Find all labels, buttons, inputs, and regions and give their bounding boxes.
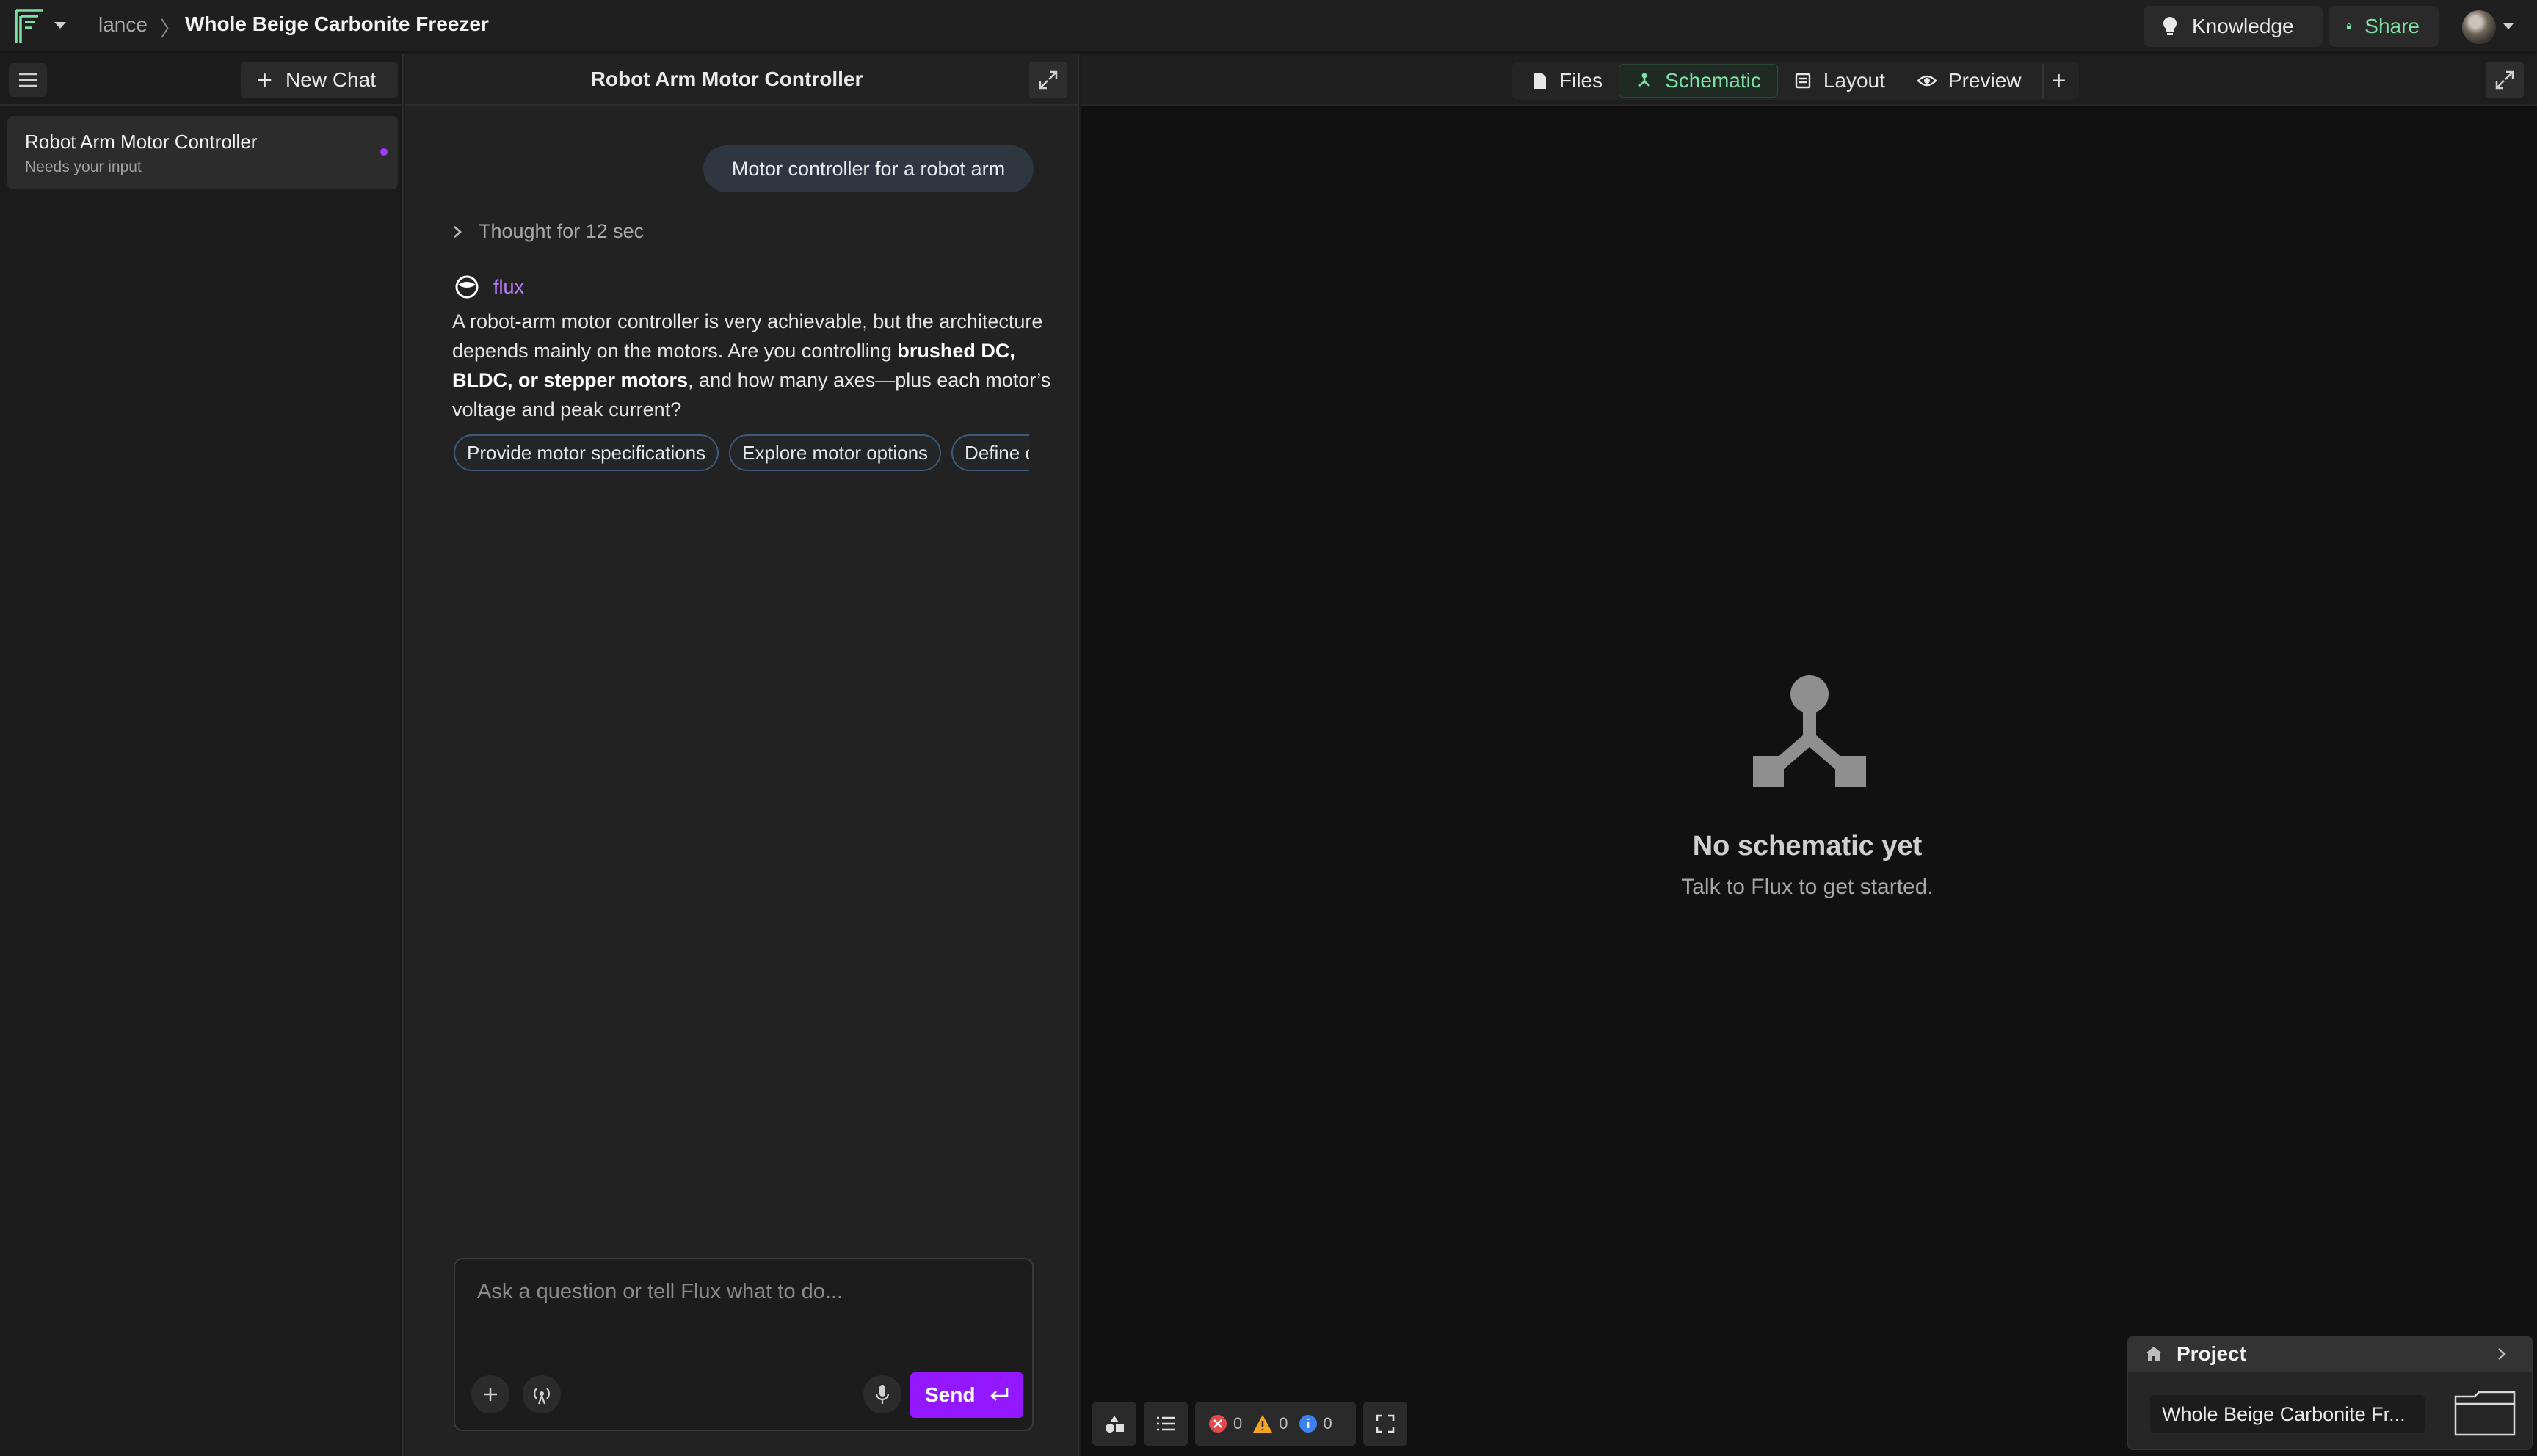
tab-files-label: Files	[1559, 69, 1603, 92]
suggestion-chip-motor-specs[interactable]: Provide motor specifications	[454, 434, 719, 471]
new-chat-label: New Chat	[286, 68, 376, 91]
error-icon	[1209, 1415, 1227, 1433]
diagnostics-status[interactable]: 0 0 0	[1195, 1402, 1356, 1446]
tab-schematic[interactable]: Schematic	[1619, 64, 1778, 98]
canvas-toolbar: 0 0 0	[1092, 1402, 1415, 1446]
breadcrumb-separator: 〉	[160, 18, 181, 40]
assistant-header: flux	[452, 274, 524, 299]
home-icon	[2146, 1347, 2162, 1361]
shapes-button[interactable]	[1092, 1402, 1136, 1446]
tab-schematic-label: Schematic	[1665, 69, 1761, 92]
empty-state-title: No schematic yet	[1692, 831, 1923, 862]
composer-input[interactable]: Ask a question or tell Flux what to do..…	[477, 1280, 843, 1304]
microphone-button[interactable]	[863, 1375, 901, 1413]
eye-icon	[1917, 75, 1937, 87]
tab-layout[interactable]: Layout	[1778, 64, 1901, 98]
warning-count: 0	[1279, 1414, 1288, 1433]
info-icon	[1299, 1415, 1317, 1433]
send-label: Send	[925, 1383, 976, 1406]
tab-layout-label: Layout	[1823, 69, 1885, 92]
schematic-icon	[1638, 73, 1650, 87]
shapes-icon	[1106, 1416, 1124, 1433]
layout-icon	[1795, 73, 1811, 89]
chevron-right-icon	[454, 225, 462, 238]
warning-icon	[1253, 1415, 1273, 1433]
sidebar: + New Chat Robot Arm Motor Controller Ne…	[0, 54, 404, 1456]
thought-label: Thought for 12 sec	[479, 220, 645, 242]
error-count: 0	[1233, 1414, 1243, 1433]
info-count: 0	[1323, 1414, 1332, 1433]
user-message: Motor controller for a robot arm	[703, 145, 1034, 192]
assistant-name: flux	[493, 275, 525, 298]
lock-icon	[2346, 23, 2351, 29]
menu-button[interactable]	[9, 63, 47, 97]
lightbulb-icon	[2163, 16, 2177, 35]
schematic-icon	[1753, 675, 1866, 787]
chat-header: Robot Arm Motor Controller	[405, 54, 1079, 106]
breadcrumb-user[interactable]: lance	[98, 13, 148, 37]
sidebar-header: + New Chat	[0, 54, 404, 106]
chat-panel: Robot Arm Motor Controller Motor control…	[405, 54, 1079, 1456]
flux-assistant-icon	[455, 275, 479, 299]
caret-down-icon[interactable]	[2503, 23, 2514, 29]
unread-dot	[380, 148, 388, 156]
tab-preview[interactable]: Preview	[1901, 64, 2038, 98]
project-card-header[interactable]: Project	[2128, 1336, 2533, 1372]
view-tabbar: Files Schematic Layout Preview +	[1081, 54, 2537, 106]
share-button[interactable]: Share	[2329, 6, 2439, 47]
list-icon	[1157, 1416, 1175, 1431]
antenna-icon	[534, 1388, 550, 1405]
assistant-answer: A robot-arm motor controller is very ach…	[452, 307, 1070, 424]
share-label: Share	[2364, 15, 2420, 37]
send-button[interactable]: Send	[910, 1372, 1023, 1418]
expand-canvas-button[interactable]	[2486, 62, 2524, 98]
suggestion-chip-define-control[interactable]: Define control	[951, 434, 1029, 471]
breadcrumb-project[interactable]: Whole Beige Carbonite Freezer	[185, 12, 489, 36]
empty-state-subtitle: Talk to Flux to get started.	[1681, 875, 1934, 899]
suggestion-chip-motor-options[interactable]: Explore motor options	[729, 434, 942, 471]
add-tab-button[interactable]: +	[2041, 64, 2075, 98]
caret-down-icon[interactable]	[54, 22, 66, 29]
fullscreen-icon	[1376, 1414, 1395, 1433]
chat-item-status: Needs your input	[25, 159, 142, 175]
attach-button[interactable]	[471, 1375, 509, 1413]
project-card-heading: Project	[2177, 1342, 2246, 1365]
schematic-canvas[interactable]: Files Schematic Layout Preview + No sche…	[1081, 54, 2537, 1456]
expand-icon	[1039, 70, 1058, 90]
new-chat-button[interactable]: + New Chat	[241, 62, 398, 98]
connect-button[interactable]	[523, 1375, 561, 1413]
project-card[interactable]: Project Whole Beige Carbonite Fr...	[2127, 1336, 2533, 1450]
project-name[interactable]: Whole Beige Carbonite Fr...	[2150, 1395, 2425, 1433]
suggestion-chips: Provide motor specifications Explore moto…	[454, 434, 1029, 473]
chat-item-title: Robot Arm Motor Controller	[25, 131, 258, 153]
chevron-right-icon	[2498, 1348, 2506, 1360]
top-bar: lance 〉 Whole Beige Carbonite Freezer Kn…	[0, 0, 2537, 53]
composer[interactable]: Ask a question or tell Flux what to do..…	[454, 1258, 1034, 1431]
plus-icon: +	[257, 65, 273, 95]
avatar[interactable]	[2462, 10, 2496, 44]
expand-chat-button[interactable]	[1029, 62, 1067, 98]
knowledge-label: Knowledge	[2192, 15, 2294, 37]
file-icon	[1534, 73, 1546, 89]
view-tabs: Files Schematic Layout Preview +	[1512, 62, 2079, 100]
sidebar-chat-item[interactable]: Robot Arm Motor Controller Needs your in…	[7, 116, 398, 189]
plus-icon	[484, 1388, 497, 1401]
expand-icon	[2495, 70, 2514, 90]
microphone-icon	[875, 1385, 890, 1404]
tab-preview-label: Preview	[1948, 69, 2022, 92]
list-button[interactable]	[1144, 1402, 1188, 1446]
thought-toggle[interactable]: Thought for 12 sec	[452, 220, 644, 243]
chat-title: Robot Arm Motor Controller	[590, 68, 863, 90]
flux-logo-icon[interactable]	[13, 7, 46, 46]
enter-icon	[990, 1388, 1009, 1401]
fit-view-button[interactable]	[1362, 1402, 1407, 1446]
knowledge-button[interactable]: Knowledge	[2144, 6, 2323, 47]
tab-files[interactable]: Files	[1517, 64, 1619, 98]
folder-icon[interactable]	[2454, 1389, 2516, 1436]
menu-icon	[19, 73, 37, 87]
